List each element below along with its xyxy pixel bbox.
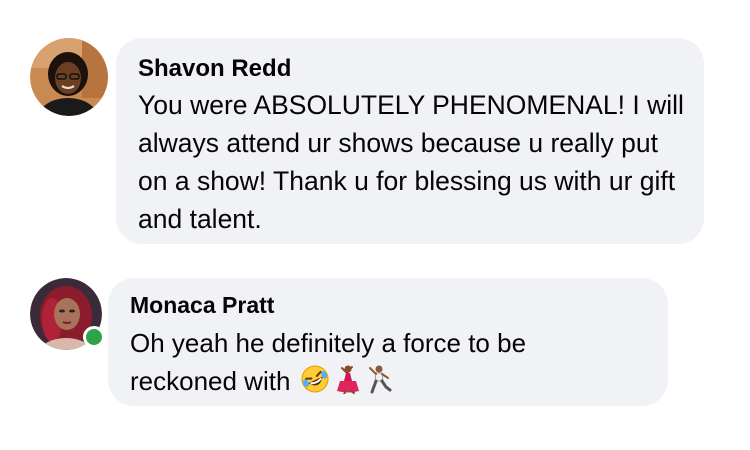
woman-dancing-icon <box>336 365 359 394</box>
avatar[interactable] <box>30 278 105 350</box>
comment-bubble: Monaca Pratt Oh yeah he definitely a for… <box>108 278 668 406</box>
profile-photo <box>30 38 108 116</box>
avatar[interactable] <box>30 38 108 116</box>
comment-text-container: Oh yeah he definitely a force to be reck… <box>130 324 570 400</box>
comment-thread: Shavon Redd You were ABSOLUTELY PHENOMEN… <box>0 0 750 450</box>
online-status-indicator <box>83 326 105 348</box>
comment-author[interactable]: Shavon Redd <box>138 54 682 84</box>
rolling-on-floor-laughing-icon <box>301 365 329 393</box>
man-dancing-icon <box>368 365 392 394</box>
comment-text: You were ABSOLUTELY PHENOMENAL! I will a… <box>138 90 684 234</box>
comment-author[interactable]: Monaca Pratt <box>130 290 646 320</box>
comment-bubble: Shavon Redd You were ABSOLUTELY PHENOMEN… <box>116 38 704 244</box>
